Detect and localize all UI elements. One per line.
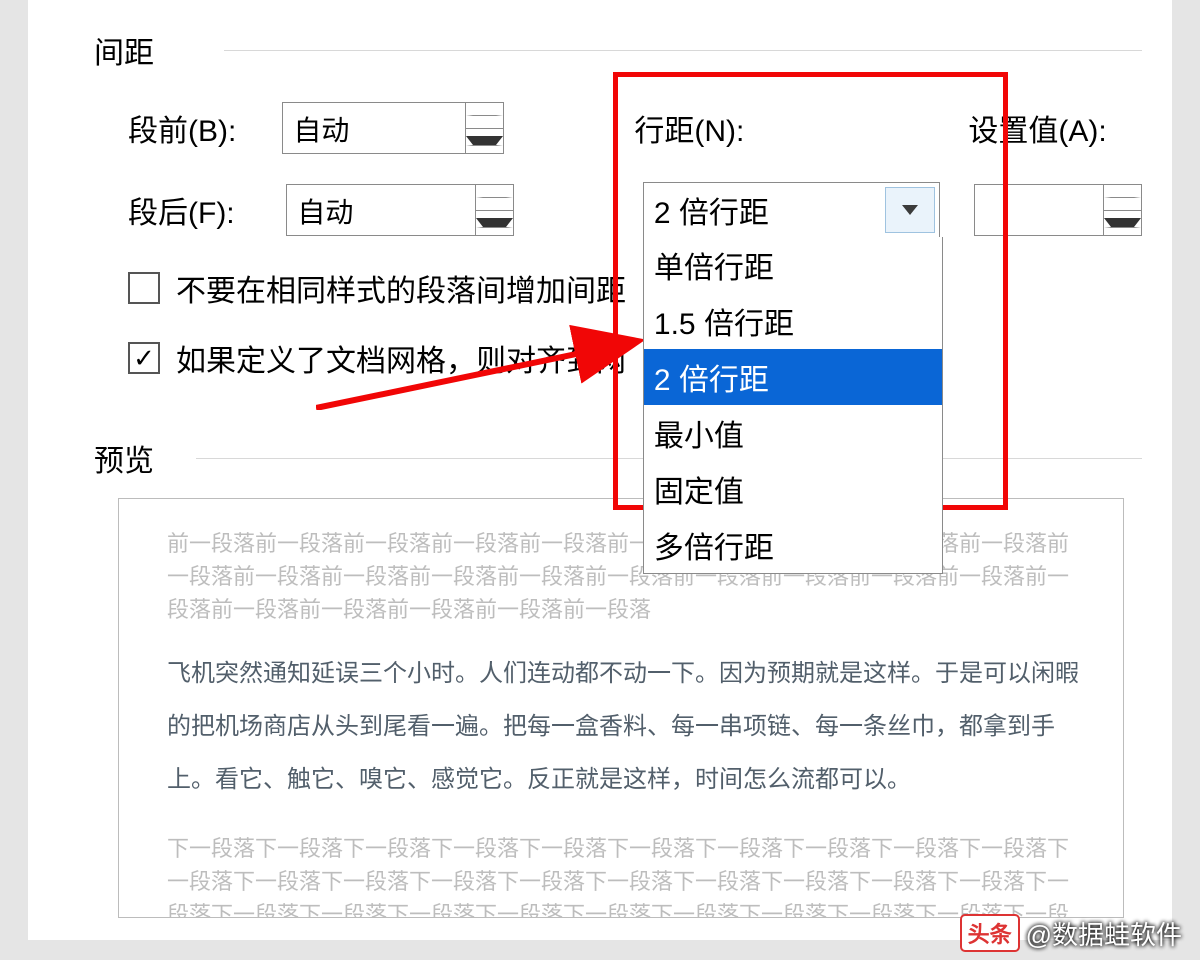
paragraph-dialog-panel: 间距 段前(B): 自动 行距(N): 设置值(A): 段后(F): 自动 [28, 0, 1172, 940]
watermark-text: @数据蛙软件 [1026, 915, 1182, 952]
watermark-badge: 头条 [960, 914, 1020, 952]
line-spacing-option[interactable]: 多倍行距 [644, 517, 942, 573]
preview-prev-paragraph: 前一段落前一段落前一段落前一段落前一段落前一段落前一段落前一段落前一段落前一段落… [167, 527, 1085, 626]
no-space-same-style-checkbox[interactable]: ✓ [128, 272, 160, 304]
set-value-down[interactable] [1104, 211, 1141, 236]
space-before-up[interactable] [466, 103, 503, 129]
line-spacing-option[interactable]: 固定值 [644, 461, 942, 517]
line-spacing-label: 行距(N): [634, 106, 798, 150]
space-before-down[interactable] [466, 129, 503, 154]
space-after-value[interactable]: 自动 [287, 185, 475, 235]
spacing-section-title: 间距 [94, 28, 1142, 72]
space-after-label: 段后(F): [128, 188, 286, 232]
set-value-value[interactable] [975, 185, 1103, 235]
space-before-value[interactable]: 自动 [283, 103, 465, 153]
space-before-label: 段前(B): [128, 106, 282, 150]
line-spacing-drop-button[interactable] [885, 187, 935, 233]
preview-next-paragraph: 下一段落下一段落下一段落下一段落下一段落下一段落下一段落下一段落下一段落下一段落… [167, 832, 1085, 918]
watermark: 头条 @数据蛙软件 [960, 914, 1182, 952]
space-after-spinner[interactable]: 自动 [286, 184, 514, 236]
set-value-spinner[interactable] [974, 184, 1142, 236]
preview-section-title: 预览 [94, 436, 1142, 480]
line-spacing-dropdown-list: 单倍行距1.5 倍行距2 倍行距最小值固定值多倍行距 [643, 237, 943, 574]
line-spacing-combo[interactable]: 2 倍行距 单倍行距1.5 倍行距2 倍行距最小值固定值多倍行距 [643, 182, 940, 238]
snap-to-grid-label: 如果定义了文档网格，则对齐到网 [176, 336, 626, 380]
space-after-down[interactable] [476, 211, 513, 236]
preview-box: 前一段落前一段落前一段落前一段落前一段落前一段落前一段落前一段落前一段落前一段落… [118, 498, 1124, 918]
set-value-up[interactable] [1104, 185, 1141, 211]
line-spacing-selected: 2 倍行距 [644, 182, 881, 238]
line-spacing-option[interactable]: 2 倍行距 [644, 349, 942, 405]
set-value-label: 设置值(A): [968, 106, 1142, 150]
no-space-same-style-row: ✓ 不要在相同样式的段落间增加间距 [128, 266, 1142, 310]
line-spacing-option[interactable]: 最小值 [644, 405, 942, 461]
line-spacing-option[interactable]: 1.5 倍行距 [644, 293, 942, 349]
no-space-same-style-label: 不要在相同样式的段落间增加间距 [176, 266, 626, 310]
preview-body-paragraph: 飞机突然通知延误三个小时。人们连动都不动一下。因为预期就是这样。于是可以闲暇的把… [167, 648, 1085, 806]
line-spacing-option[interactable]: 单倍行距 [644, 237, 942, 293]
snap-to-grid-row: ✓ 如果定义了文档网格，则对齐到网 [128, 336, 1142, 380]
snap-to-grid-checkbox[interactable]: ✓ [128, 342, 160, 374]
space-after-up[interactable] [476, 185, 513, 211]
space-before-spinner[interactable]: 自动 [282, 102, 504, 154]
chevron-down-icon [902, 205, 918, 215]
